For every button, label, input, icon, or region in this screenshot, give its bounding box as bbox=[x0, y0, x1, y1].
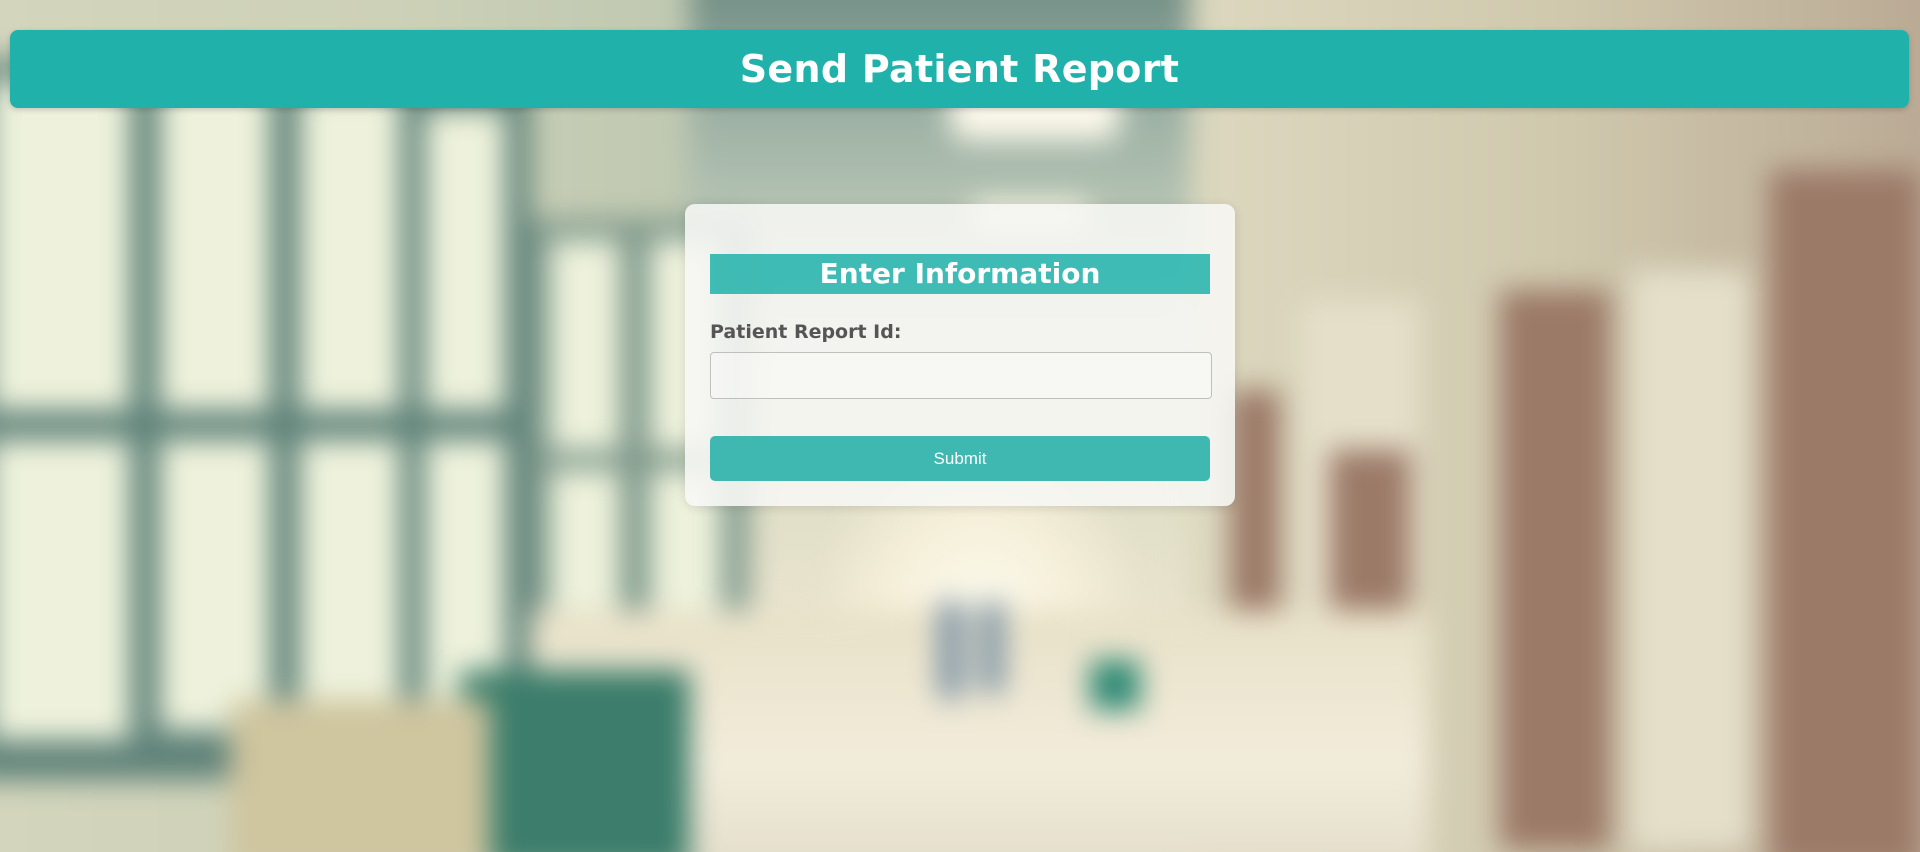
patient-report-id-input[interactable] bbox=[710, 352, 1212, 399]
page-title: Send Patient Report bbox=[739, 47, 1180, 91]
patient-report-id-label: Patient Report Id: bbox=[710, 321, 902, 343]
form-title: Enter Information bbox=[710, 254, 1210, 294]
report-form-card: Enter Information Patient Report Id: Sub… bbox=[685, 204, 1235, 506]
submit-button[interactable]: Submit bbox=[710, 436, 1210, 481]
app-header: Send Patient Report bbox=[10, 30, 1909, 108]
